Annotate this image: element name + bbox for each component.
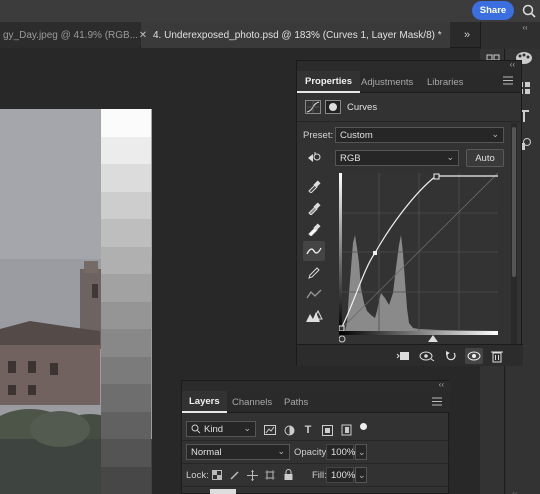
curve-points-icon[interactable] bbox=[303, 241, 325, 261]
opacity-label: Opacity: bbox=[294, 447, 329, 458]
tab-label: gy_Day.jpeg @ 41.9% (RGB... bbox=[3, 29, 139, 41]
lock-all-icon[interactable] bbox=[282, 468, 294, 480]
preset-value: Custom bbox=[340, 129, 373, 141]
kind-filter-select[interactable]: Kind ⌄ bbox=[186, 421, 256, 437]
properties-tabs: Properties Adjustments Libraries bbox=[297, 71, 521, 93]
opacity-field[interactable]: 100% bbox=[326, 444, 356, 460]
search-icon bbox=[191, 424, 201, 434]
clipping-warning-icon[interactable] bbox=[303, 306, 325, 326]
layer-mask-icon[interactable] bbox=[325, 100, 341, 114]
target-adjust-icon[interactable] bbox=[303, 148, 325, 168]
lock-position-icon[interactable] bbox=[246, 469, 258, 481]
chevron-down-icon: ⌄ bbox=[491, 129, 499, 139]
share-button[interactable]: Share bbox=[472, 1, 514, 20]
tab-libraries[interactable]: Libraries bbox=[425, 71, 465, 93]
collapse-icon[interactable]: ‹‹ bbox=[439, 380, 444, 389]
lock-label: Lock: bbox=[186, 470, 209, 481]
curves-graph[interactable] bbox=[339, 173, 498, 331]
eyedropper-white-icon[interactable] bbox=[303, 219, 325, 239]
lock-pixels-icon[interactable] bbox=[229, 469, 241, 481]
lock-transparent-icon[interactable] bbox=[211, 469, 223, 481]
search-icon[interactable] bbox=[521, 3, 537, 19]
channel-select[interactable]: RGB ⌄ bbox=[335, 150, 459, 166]
filter-adjustment-icon[interactable] bbox=[282, 423, 296, 437]
tab-channels[interactable]: Channels bbox=[232, 391, 272, 413]
opacity-dropdown[interactable]: ⌄ bbox=[355, 444, 367, 460]
opacity-value: 100% bbox=[331, 446, 356, 458]
filter-type-icon[interactable]: T bbox=[301, 423, 315, 437]
fill-value: 100% bbox=[331, 469, 356, 481]
properties-scrollbar[interactable] bbox=[511, 123, 517, 358]
collapse-icon[interactable]: ‹‹ bbox=[514, 22, 536, 32]
lock-row: Lock: Fill: 100% ⌄ bbox=[182, 465, 450, 487]
chevron-down-icon: ⌄ bbox=[277, 446, 285, 456]
properties-bottom-bar bbox=[297, 344, 523, 366]
document-tab-bar: gy_Day.jpeg @ 41.9% (RGB... ✕ 4. Underex… bbox=[0, 22, 480, 48]
more-tabs-button[interactable]: » bbox=[456, 22, 478, 48]
document-tab-underexposed[interactable]: ✕ 4. Underexposed_photo.psd @ 183% (Curv… bbox=[139, 22, 450, 48]
layer-filter-row: Kind ⌄ T bbox=[182, 419, 450, 441]
tab-adjustments[interactable]: Adjustments bbox=[359, 71, 415, 93]
pencil-icon[interactable] bbox=[303, 263, 325, 283]
scroll-thumb[interactable] bbox=[512, 127, 516, 277]
view-previous-state-icon[interactable] bbox=[419, 349, 435, 363]
kind-label: Kind bbox=[204, 423, 224, 435]
panel-menu-icon[interactable] bbox=[432, 397, 442, 409]
filter-shape-icon[interactable] bbox=[320, 423, 334, 437]
expand-icon[interactable]: ‹‹ bbox=[512, 489, 517, 494]
eyedropper-black-icon[interactable] bbox=[303, 176, 325, 196]
tab-properties[interactable]: Properties bbox=[297, 71, 360, 93]
adjustment-name: Curves bbox=[347, 102, 378, 113]
fill-dropdown[interactable]: ⌄ bbox=[355, 467, 367, 483]
tab-layers[interactable]: Layers bbox=[182, 391, 227, 413]
preset-select[interactable]: Custom ⌄ bbox=[335, 127, 504, 143]
output-gradient-slider[interactable] bbox=[339, 331, 498, 343]
clip-to-layer-icon[interactable] bbox=[395, 349, 411, 363]
auto-button[interactable]: Auto bbox=[466, 149, 504, 167]
preset-label: Preset: bbox=[303, 130, 334, 141]
properties-panel: ‹‹ Properties Adjustments Libraries Curv… bbox=[296, 60, 523, 366]
filter-smart-object-icon[interactable] bbox=[339, 423, 353, 437]
smooth-curve-icon[interactable] bbox=[303, 284, 325, 304]
panel-grip[interactable]: ‹‹ bbox=[297, 60, 521, 71]
lock-artboard-icon[interactable] bbox=[264, 469, 276, 481]
eyedropper-gray-icon[interactable] bbox=[303, 198, 325, 218]
panel-grip[interactable]: ‹‹ bbox=[182, 380, 450, 391]
chevron-down-icon: ⌄ bbox=[243, 423, 251, 433]
toggle-visibility-icon[interactable] bbox=[465, 348, 483, 364]
reset-icon[interactable] bbox=[443, 349, 459, 363]
document-tab-rainy-day[interactable]: gy_Day.jpeg @ 41.9% (RGB... bbox=[0, 22, 140, 48]
gray-step-wedge bbox=[101, 109, 151, 494]
layers-panel: ‹‹ Layers Channels Paths Kind ⌄ T Normal… bbox=[181, 380, 450, 494]
blend-mode-select[interactable]: Normal ⌄ bbox=[186, 444, 290, 460]
layers-tabs: Layers Channels Paths bbox=[182, 391, 450, 413]
blend-mode-value: Normal bbox=[191, 446, 222, 458]
filter-toggle-icon[interactable] bbox=[360, 423, 367, 430]
curves-adjustment-icon bbox=[305, 100, 321, 114]
delete-icon[interactable] bbox=[489, 349, 505, 363]
layer-thumbnail[interactable] bbox=[210, 489, 236, 494]
tab-label: 4. Underexposed_photo.psd @ 183% (Curves… bbox=[153, 29, 442, 41]
fill-field[interactable]: 100% bbox=[326, 467, 356, 483]
chevron-down-icon: ⌄ bbox=[446, 152, 454, 162]
fill-label: Fill: bbox=[312, 470, 327, 481]
filter-pixel-icon[interactable] bbox=[263, 423, 277, 437]
tab-paths[interactable]: Paths bbox=[284, 391, 308, 413]
app-bar: Share bbox=[0, 0, 540, 22]
close-icon[interactable]: ✕ bbox=[137, 30, 149, 41]
channel-value: RGB bbox=[340, 152, 361, 164]
blend-row: Normal ⌄ Opacity: 100% ⌄ bbox=[182, 442, 450, 464]
collapse-icon[interactable]: ‹‹ bbox=[510, 60, 515, 69]
panel-menu-icon[interactable] bbox=[503, 76, 513, 88]
